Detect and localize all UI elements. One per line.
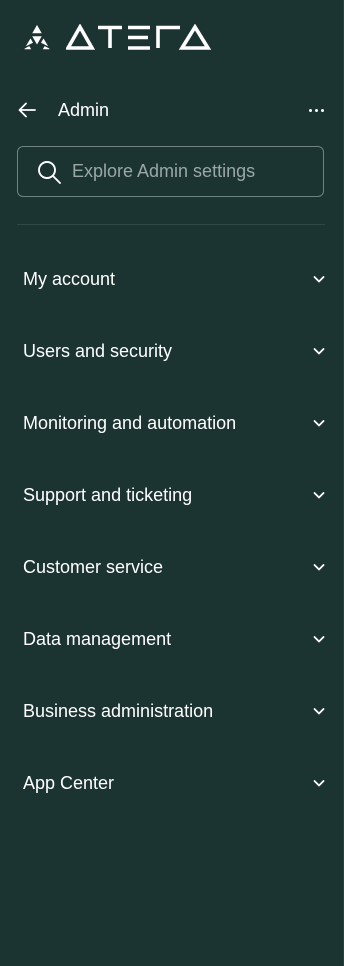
search-icon xyxy=(38,160,61,184)
admin-sidebar: Admin My account Users and security Moni… xyxy=(0,0,344,966)
nav-item-label: Monitoring and automation xyxy=(23,412,237,433)
nav-item-my-account[interactable]: My account xyxy=(0,243,344,315)
nav-item-customer-service[interactable]: Customer service xyxy=(0,531,344,603)
search-input[interactable] xyxy=(72,161,302,182)
brand-logo[interactable] xyxy=(22,22,212,52)
nav-item-label: Support and ticketing xyxy=(23,484,193,505)
nav-item-label: Customer service xyxy=(23,556,164,577)
chevron-down-icon xyxy=(313,276,325,283)
more-options-button[interactable] xyxy=(304,98,328,122)
back-button[interactable] xyxy=(16,99,38,121)
chevron-down-icon xyxy=(313,492,325,499)
nav-item-app-center[interactable]: App Center xyxy=(0,747,344,819)
admin-header: Admin xyxy=(16,94,328,126)
nav-item-data-management[interactable]: Data management xyxy=(0,603,344,675)
nav-item-users-and-security[interactable]: Users and security xyxy=(0,315,344,387)
chevron-down-icon xyxy=(313,636,325,643)
nav-item-business-administration[interactable]: Business administration xyxy=(0,675,344,747)
nav-item-label: My account xyxy=(23,268,116,289)
atera-wordmark xyxy=(66,24,212,50)
search-field[interactable] xyxy=(17,146,324,197)
nav-item-monitoring-and-automation[interactable]: Monitoring and automation xyxy=(0,387,344,459)
nav-item-label: App Center xyxy=(23,772,115,793)
nav-item-label: Business administration xyxy=(23,700,214,721)
chevron-down-icon xyxy=(313,348,325,355)
nav-item-label: Users and security xyxy=(23,340,173,361)
chevron-down-icon xyxy=(313,420,325,427)
more-horizontal-icon xyxy=(308,108,312,112)
divider xyxy=(17,224,325,225)
page-title: Admin xyxy=(58,99,110,120)
atera-logo-icon xyxy=(22,22,52,51)
nav-item-label: Data management xyxy=(23,628,172,649)
chevron-down-icon xyxy=(313,564,325,571)
nav-item-support-and-ticketing[interactable]: Support and ticketing xyxy=(0,459,344,531)
chevron-down-icon xyxy=(313,780,325,787)
arrow-left-icon xyxy=(18,102,36,118)
chevron-down-icon xyxy=(313,708,325,715)
settings-nav: My account Users and security Monitoring… xyxy=(0,243,344,819)
